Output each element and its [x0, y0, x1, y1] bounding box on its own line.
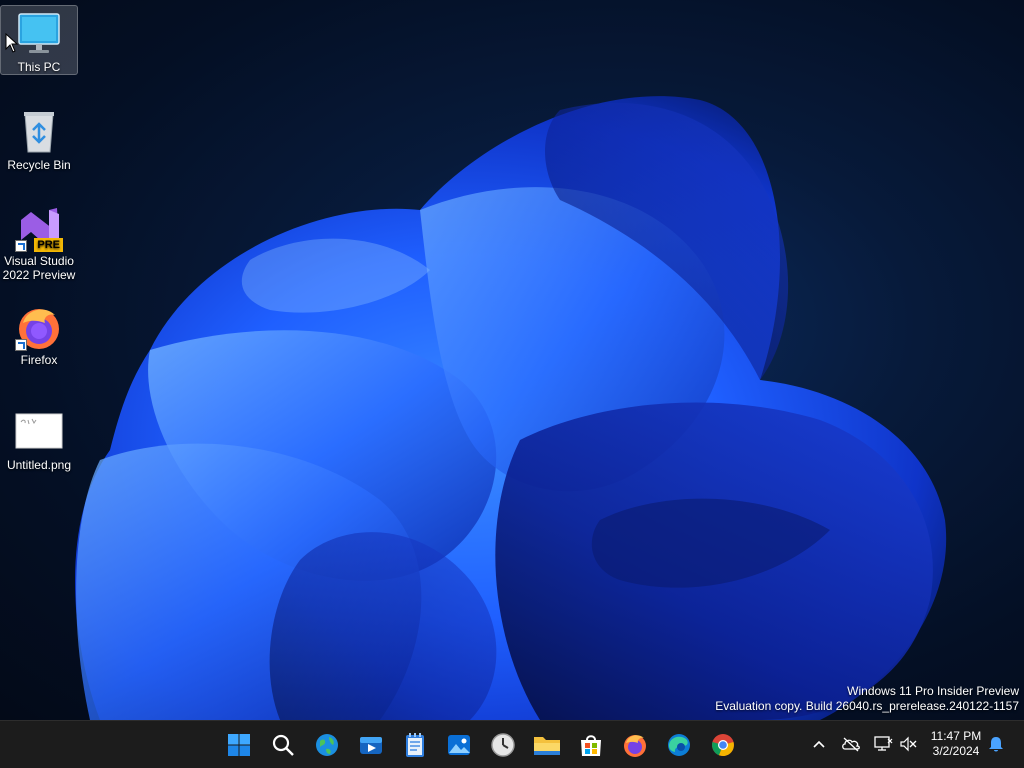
desktop-icon-label: Recycle Bin: [7, 158, 71, 172]
edge-icon: [668, 734, 690, 756]
wallpaper-bloom: [75, 96, 947, 720]
desktop-icon-label: Firefox: [20, 353, 58, 367]
cloud-offline-icon: [842, 737, 860, 752]
desktop-icon-visual-studio[interactable]: PRE Visual Studio 2022 Preview: [0, 200, 78, 286]
evaluation-watermark: Windows 11 Pro Insider Preview Evaluatio…: [715, 684, 1019, 714]
taskbar-chrome[interactable]: [705, 727, 741, 763]
taskbar-file-explorer[interactable]: [529, 727, 565, 763]
shortcut-arrow-icon: [15, 240, 27, 252]
firefox-icon: [624, 735, 646, 757]
monitor-icon: [15, 10, 63, 58]
taskbar-media-player[interactable]: [353, 727, 389, 763]
taskbar-notepad[interactable]: [397, 727, 433, 763]
desktop-icon-untitled-png[interactable]: Untitled.png: [0, 404, 78, 474]
firefox-icon: [15, 303, 63, 351]
desktop-icon-label: Untitled.png: [6, 458, 72, 472]
chrome-icon: [712, 734, 734, 757]
visual-studio-icon: PRE: [15, 204, 63, 252]
clock-icon: [491, 733, 515, 757]
store-icon: [581, 735, 601, 756]
notepad-icon: [406, 733, 424, 757]
onedrive-tray-button[interactable]: [840, 733, 862, 755]
taskbar-edge[interactable]: [661, 727, 697, 763]
clock-time: 11:47 PM: [930, 729, 982, 743]
clock-date: 3/2/2024: [932, 744, 980, 758]
taskbar: 11:47 PM 3/2/2024: [0, 720, 1024, 768]
taskbar-photos[interactable]: [441, 727, 477, 763]
recycle-bin-icon: [15, 108, 63, 156]
notifications-button[interactable]: [985, 733, 1007, 755]
start-button[interactable]: [221, 727, 257, 763]
media-player-icon: [360, 737, 382, 754]
desktop-icon-label: Visual Studio 2022 Preview: [2, 254, 76, 282]
volume-muted-icon: [900, 736, 917, 752]
network-tray-button[interactable]: [872, 733, 894, 755]
chevron-up-icon: [813, 740, 825, 748]
watermark-build: Evaluation copy. Build 26040.rs_prerelea…: [715, 699, 1019, 713]
image-file-icon: [15, 408, 63, 456]
network-disconnected-icon: [874, 736, 893, 751]
windows-logo-icon: [228, 734, 250, 756]
pre-badge: PRE: [34, 238, 63, 252]
volume-tray-button[interactable]: [897, 733, 919, 755]
watermark-edition: Windows 11 Pro Insider Preview: [847, 684, 1019, 698]
mouse-cursor-icon: [5, 33, 19, 53]
taskbar-clock-app[interactable]: [485, 727, 521, 763]
search-button[interactable]: [265, 727, 301, 763]
desktop-icon-firefox[interactable]: Firefox: [0, 299, 78, 369]
desktop-icon-recycle-bin[interactable]: Recycle Bin: [0, 104, 78, 174]
desktop[interactable]: This PC Recycle Bin PRE Visual Studio 20…: [0, 0, 1024, 720]
taskbar-globe-app[interactable]: [309, 727, 345, 763]
folder-icon: [534, 737, 560, 755]
show-hidden-icons-button[interactable]: [808, 733, 830, 755]
shortcut-arrow-icon: [15, 339, 27, 351]
bell-icon: [989, 737, 1003, 752]
clock-button[interactable]: 11:47 PM 3/2/2024: [924, 729, 988, 759]
search-icon: [272, 734, 294, 756]
globe-icon: [316, 734, 338, 756]
photos-icon: [448, 735, 470, 755]
desktop-icon-label: This PC: [17, 60, 61, 74]
taskbar-store[interactable]: [573, 727, 609, 763]
taskbar-firefox[interactable]: [617, 727, 653, 763]
